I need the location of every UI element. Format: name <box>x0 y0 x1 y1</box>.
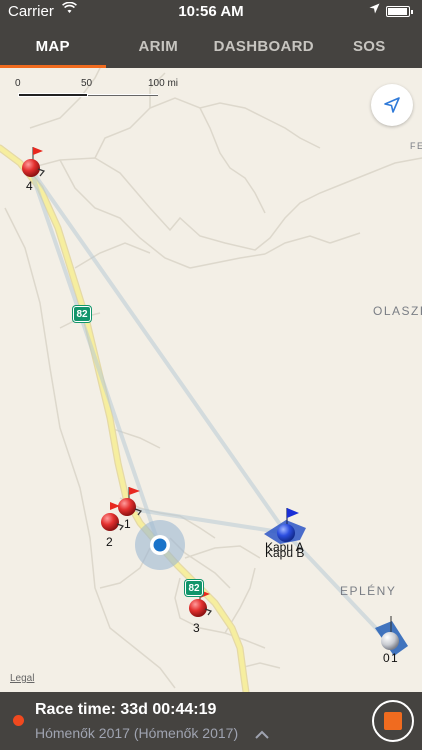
marker-label-3: 3 <box>193 621 200 635</box>
marker-label-1: 1 <box>124 517 131 531</box>
scale-label-50: 50 <box>81 78 93 89</box>
stop-icon <box>384 712 402 730</box>
highway-shield: 82 <box>185 580 203 596</box>
stop-recording-button[interactable] <box>372 700 414 742</box>
scale-bar-dark <box>18 93 88 97</box>
race-time: Race time: 33d 00:44:19 <box>35 701 217 718</box>
user-location-dot[interactable] <box>153 538 167 552</box>
location-arrow-icon <box>384 97 400 113</box>
race-info-bar[interactable]: Race time: 33d 00:44:19 Hómenők 2017 (Hó… <box>0 692 422 750</box>
marker-label-0: 0 <box>383 651 390 665</box>
map-base-layer <box>0 68 422 692</box>
checkpoint-marker-4[interactable] <box>22 147 46 177</box>
battery-level <box>388 8 407 15</box>
tab-bar: MAP ARIM DASHBOARD SOS <box>0 24 422 68</box>
chevron-up-icon[interactable] <box>255 726 269 744</box>
map-scale: 0 50 100 mi <box>14 78 184 100</box>
tab-arim[interactable]: ARIM <box>106 24 212 68</box>
marker-label-2: 2 <box>106 535 113 549</box>
place-label-fe: FE <box>410 141 422 151</box>
scale-bar-light <box>88 94 158 96</box>
legal-link[interactable]: Legal <box>10 673 34 684</box>
location-services-icon <box>369 3 380 17</box>
scale-label-0: 0 <box>15 78 21 89</box>
scale-label-100: 100 mi <box>148 78 179 89</box>
map-view[interactable]: 0 50 100 mi FE OLASZFA EPLÉNY 82 82 4 1 … <box>0 68 422 692</box>
marker-label-4: 4 <box>26 179 33 193</box>
tab-sos[interactable]: SOS <box>317 24 422 68</box>
marker-label-kapu-b: Kapu B <box>265 546 305 560</box>
finish-marker-0[interactable] <box>375 616 408 656</box>
clock: 10:56 AM <box>178 3 244 20</box>
user-tracking-button[interactable] <box>371 84 413 126</box>
place-label-olaszfa: OLASZFA <box>373 304 422 318</box>
marker-label-1b: 1 <box>391 651 398 665</box>
tab-map[interactable]: MAP <box>0 24 106 68</box>
place-label-epleny: EPLÉNY <box>340 584 397 598</box>
tab-dashboard[interactable]: DASHBOARD <box>211 24 317 68</box>
status-bar: Carrier 10:56 AM <box>0 0 422 24</box>
battery-icon <box>386 6 413 17</box>
highway-shield: 82 <box>73 306 91 322</box>
app-root: Carrier 10:56 AM MAP ARIM DASHBOARD SOS <box>0 0 422 750</box>
event-name[interactable]: Hómenők 2017 (Hómenők 2017) <box>35 725 238 741</box>
recording-indicator <box>13 715 24 726</box>
